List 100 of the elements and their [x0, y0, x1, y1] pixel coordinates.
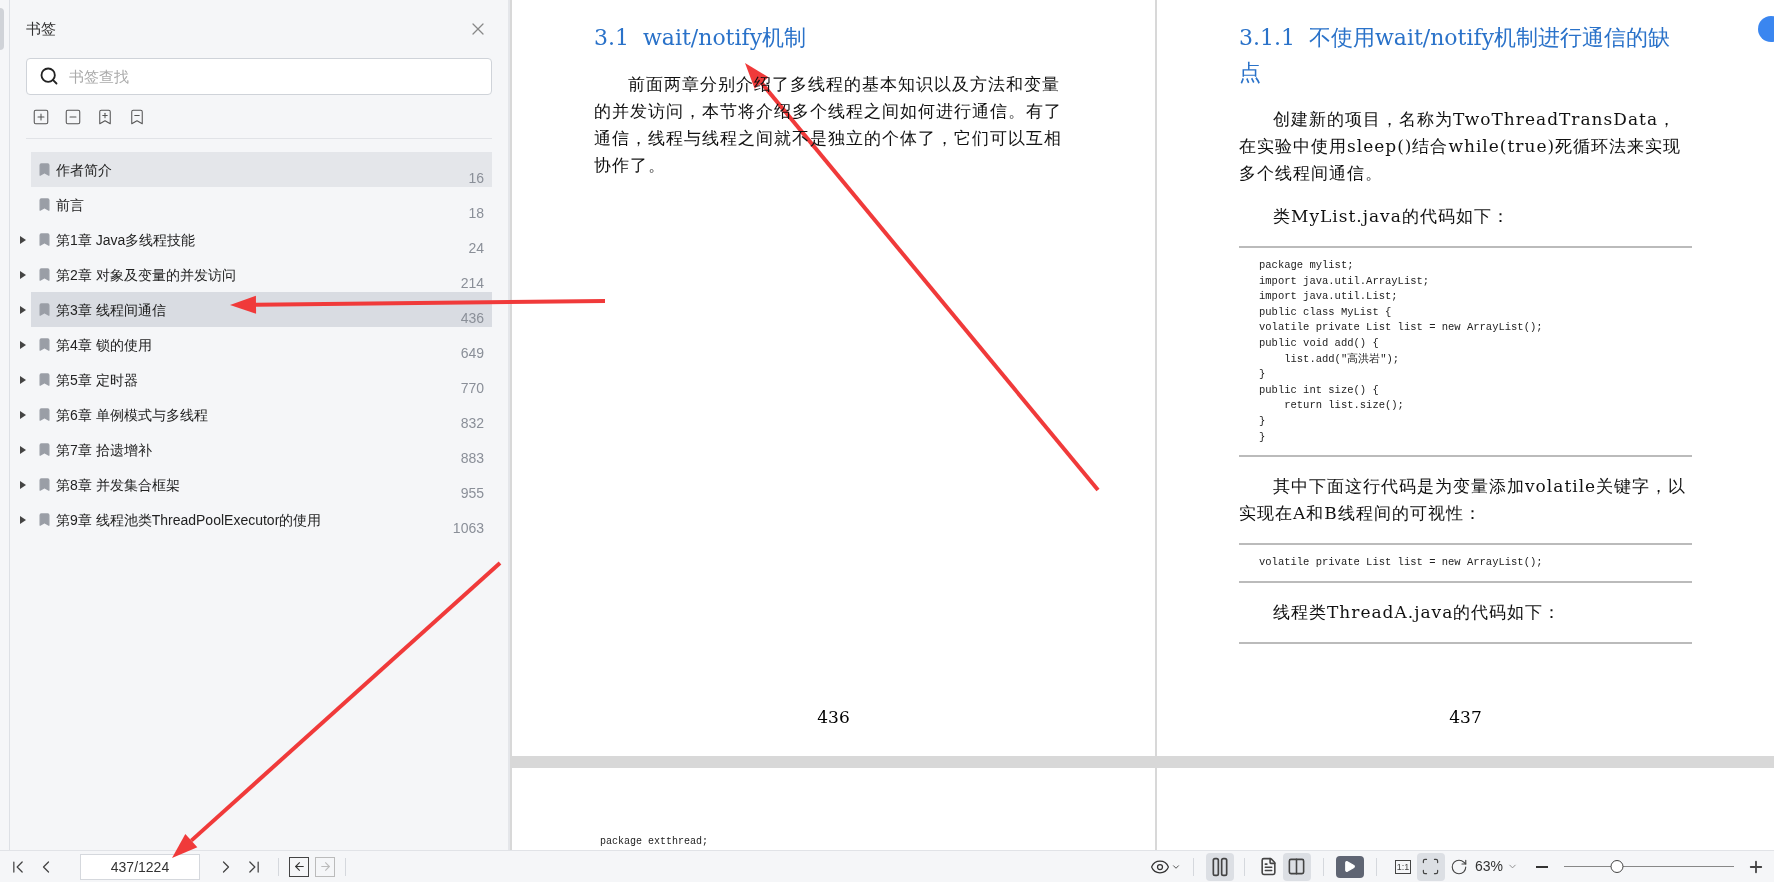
bookmark-icon	[37, 232, 52, 247]
section-heading: 3.1.1 不使用wait/notify机制进行通信的缺点	[1239, 24, 1672, 87]
code-line: import java.util.List;	[1259, 289, 1398, 305]
bookmark-item[interactable]: 前言 18	[31, 187, 492, 222]
expand-triangle-icon[interactable]	[19, 445, 26, 454]
scroll-thumb[interactable]	[0, 8, 4, 50]
bookmark-item[interactable]: 第9章 线程池类ThreadPoolExecutor的使用 1063	[31, 502, 492, 537]
bookmark-icon	[37, 407, 52, 422]
page-number-label: 832	[460, 414, 484, 433]
bookmark-label: 第6章 单例模式与多线程	[56, 406, 208, 425]
bookmark-plus-icon	[96, 107, 114, 126]
body-paragraph: 创建新的项目，名称为TwoThreadTransData，在实验中使用sleep()结合while(true)死循环法来实现多个线程间通信。	[1239, 108, 1683, 185]
code-line: public int size() {	[1259, 382, 1379, 398]
bookmark-item[interactable]: 作者简介 16	[31, 152, 492, 187]
bookmark-item[interactable]: 第6章 单例模式与多线程 832	[31, 397, 492, 432]
expand-triangle-icon[interactable]	[19, 270, 26, 279]
expand-triangle-icon[interactable]	[19, 235, 26, 244]
bookmark-label: 第9章 线程池类ThreadPoolExecutor的使用	[56, 511, 322, 530]
bookmark-icon	[37, 267, 52, 282]
play-icon	[1343, 860, 1357, 873]
bookmark-item[interactable]: 第2章 对象及变量的并发访问 214	[31, 257, 492, 292]
bookmark-icon	[37, 302, 52, 317]
search-icon	[39, 66, 59, 86]
plus-square-icon	[32, 107, 50, 126]
collapse-all-button[interactable]	[64, 107, 82, 126]
bookmark-label: 第8章 并发集合框架	[56, 476, 180, 495]
bookmark-icon	[37, 477, 52, 492]
actual-size-button[interactable]: 1:1	[1388, 852, 1417, 881]
expand-triangle-icon[interactable]	[19, 410, 26, 419]
arrow-left-icon	[292, 860, 306, 873]
bookmark-icon	[37, 372, 52, 387]
view-mode-button[interactable]	[1205, 852, 1234, 881]
code-line: public void add() {	[1259, 335, 1379, 351]
rotate-icon	[1449, 857, 1468, 876]
expand-triangle-icon[interactable]	[19, 515, 26, 524]
expand-triangle-icon[interactable]	[19, 340, 26, 349]
code-line: list.add("高洪岩");	[1283, 351, 1400, 367]
page-number: 437	[1449, 705, 1482, 729]
page-number-label: 16	[468, 169, 484, 188]
zoom-dropdown[interactable]: 63%	[1474, 856, 1518, 877]
page-number-label: 18	[468, 204, 484, 223]
page-number-label: 649	[460, 344, 484, 363]
bookmark-minus-icon	[128, 107, 146, 126]
bookmark-label: 前言	[56, 196, 84, 215]
bookmark-icon	[37, 162, 52, 177]
page-number-label: 883	[460, 449, 484, 468]
single-page-icon	[1259, 857, 1279, 876]
code-line: }	[1259, 367, 1266, 383]
minus-square-icon	[64, 107, 82, 126]
page-number-field[interactable]: 437/1224	[80, 853, 200, 880]
expand-all-button[interactable]	[32, 107, 50, 126]
slider-thumb[interactable]	[1610, 860, 1624, 873]
bookmark-icon	[37, 337, 52, 352]
code-line: public class MyList {	[1259, 304, 1392, 320]
bookmark-label: 第5章 定时器	[56, 371, 138, 390]
arrow-right-icon	[318, 860, 332, 873]
fit-page-button[interactable]	[1416, 852, 1445, 881]
bookmark-label: 作者简介	[56, 161, 112, 180]
add-bookmark-button[interactable]	[96, 107, 114, 126]
zoom-slider[interactable]	[1564, 859, 1734, 874]
body-paragraph: 其中下面这行代码是为变量添加volatile关键字，以实现在A和B线程间的可视性：	[1239, 475, 1688, 526]
code-line: package mylist;	[1259, 258, 1354, 273]
bookmark-item[interactable]: 第5章 定时器 770	[31, 362, 492, 397]
two-pages-icon	[1287, 857, 1307, 876]
expand-triangle-icon[interactable]	[19, 480, 26, 489]
code-line: }	[1259, 413, 1266, 429]
bookmark-label: 第2章 对象及变量的并发访问	[56, 266, 236, 285]
page-number-label: 436	[460, 309, 484, 328]
remove-bookmark-button[interactable]	[128, 107, 146, 126]
bookmark-item[interactable]: 第8章 并发集合框架 955	[31, 467, 492, 502]
view-mode-button[interactable]	[1282, 852, 1311, 881]
play-button[interactable]	[1335, 855, 1364, 878]
body-paragraph: 线程类ThreadA.java的代码如下：	[1272, 600, 1563, 624]
bookmark-icon	[37, 512, 52, 527]
expand-triangle-icon[interactable]	[19, 375, 26, 384]
code-line: volatile private List list = new ArrayList();	[1259, 555, 1543, 571]
code-line: import java.util.ArrayList;	[1259, 273, 1430, 289]
panel-title: 书签	[26, 18, 56, 39]
section-heading: 3.1 wait/notify机制	[594, 24, 808, 52]
page-number-label: 770	[460, 379, 484, 398]
body-paragraph: 类MyList.java的代码如下：	[1272, 205, 1511, 228]
code-line: package extthread;	[600, 836, 709, 848]
search-field[interactable]: 书签查找	[26, 58, 492, 95]
back-button[interactable]	[289, 856, 309, 877]
bookmark-item[interactable]: 第1章 Java多线程技能 24	[31, 222, 492, 257]
bookmark-label: 第1章 Java多线程技能	[56, 231, 196, 250]
bookmark-icon	[37, 197, 52, 212]
page-number-label: 24	[468, 239, 484, 258]
bookmark-item[interactable]: 第3章 线程间通信 436	[31, 292, 492, 327]
bookmark-item[interactable]: 第4章 锁的使用 649	[31, 327, 492, 362]
code-line: }	[1259, 429, 1266, 445]
bookmark-item[interactable]: 第7章 拾遗增补 883	[31, 432, 492, 467]
bookmark-label: 第4章 锁的使用	[56, 336, 152, 355]
page-number-label: 214	[460, 274, 484, 293]
page-number: 436	[817, 705, 850, 729]
page-number-label: 955	[460, 484, 484, 503]
bookmark-label: 第7章 拾遗增补	[56, 441, 152, 460]
expand-triangle-icon[interactable]	[19, 305, 26, 314]
bookmark-label: 第3章 线程间通信	[56, 301, 166, 320]
page-number-label: 1063	[452, 519, 484, 538]
